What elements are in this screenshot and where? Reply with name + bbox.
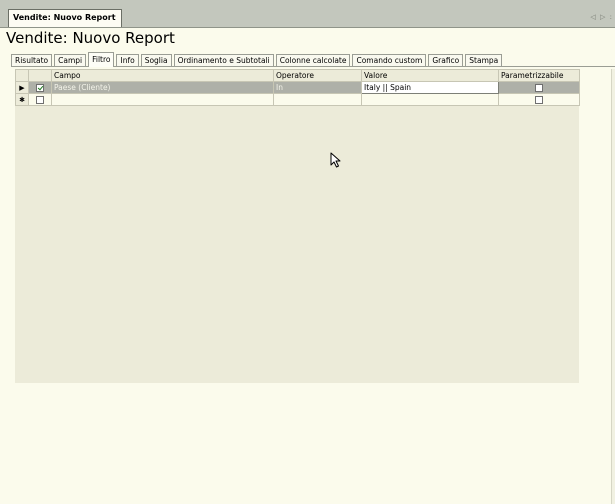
new-row-parametrizzabile-checkbox[interactable] <box>535 96 543 104</box>
filter-grid: Campo Operatore Valore Parametrizzabile … <box>15 69 580 383</box>
enabled-header[interactable] <box>28 69 52 82</box>
tab-filtro[interactable]: Filtro <box>88 52 115 67</box>
new-row-campo-cell[interactable] <box>51 93 274 106</box>
campo-cell[interactable]: Paese (Cliente) <box>51 81 274 94</box>
right-edge-panel <box>611 69 615 504</box>
mouse-pointer-icon <box>330 152 341 168</box>
page-title: Vendite: Nuovo Report <box>6 29 175 47</box>
new-row-asterisk-icon[interactable]: ✱ <box>15 93 29 106</box>
grid-header-row: Campo Operatore Valore Parametrizzabile <box>15 69 580 82</box>
column-header-campo[interactable]: Campo <box>51 69 274 82</box>
table-row[interactable]: ▶ Paese (Cliente) In Italy || Spain <box>15 81 580 94</box>
new-row[interactable]: ✱ <box>15 93 580 106</box>
new-row-parametrizzabile-cell[interactable] <box>498 93 580 106</box>
operatore-cell[interactable]: In <box>273 81 362 94</box>
report-tabs: Risultato Campi Filtro Info Soglia Ordin… <box>11 52 504 67</box>
tab-nav-arrows[interactable]: ◁ ▷ : <box>590 13 613 21</box>
enabled-checkbox-cell[interactable] <box>28 81 52 94</box>
column-header-operatore[interactable]: Operatore <box>273 69 362 82</box>
current-row-arrow-icon[interactable]: ▶ <box>15 81 29 94</box>
filter-table: Campo Operatore Valore Parametrizzabile … <box>15 69 580 106</box>
parametrizzabile-checkbox[interactable] <box>535 84 543 92</box>
column-header-parametrizzabile[interactable]: Parametrizzabile <box>498 69 580 82</box>
column-header-valore[interactable]: Valore <box>361 69 499 82</box>
enabled-checkbox[interactable] <box>36 84 44 92</box>
new-row-enabled-cell[interactable] <box>28 93 52 106</box>
parametrizzabile-cell[interactable] <box>498 81 580 94</box>
document-tab[interactable]: Vendite: Nuovo Report <box>8 9 122 27</box>
valore-input[interactable]: Italy || Spain <box>361 81 499 94</box>
document-tab-strip: Vendite: Nuovo Report ◁ ▷ : <box>0 0 615 28</box>
new-row-operatore-cell[interactable] <box>273 93 362 106</box>
new-row-enabled-checkbox[interactable] <box>36 96 44 104</box>
row-selector-header <box>15 69 29 82</box>
new-row-valore-cell[interactable] <box>361 93 499 106</box>
